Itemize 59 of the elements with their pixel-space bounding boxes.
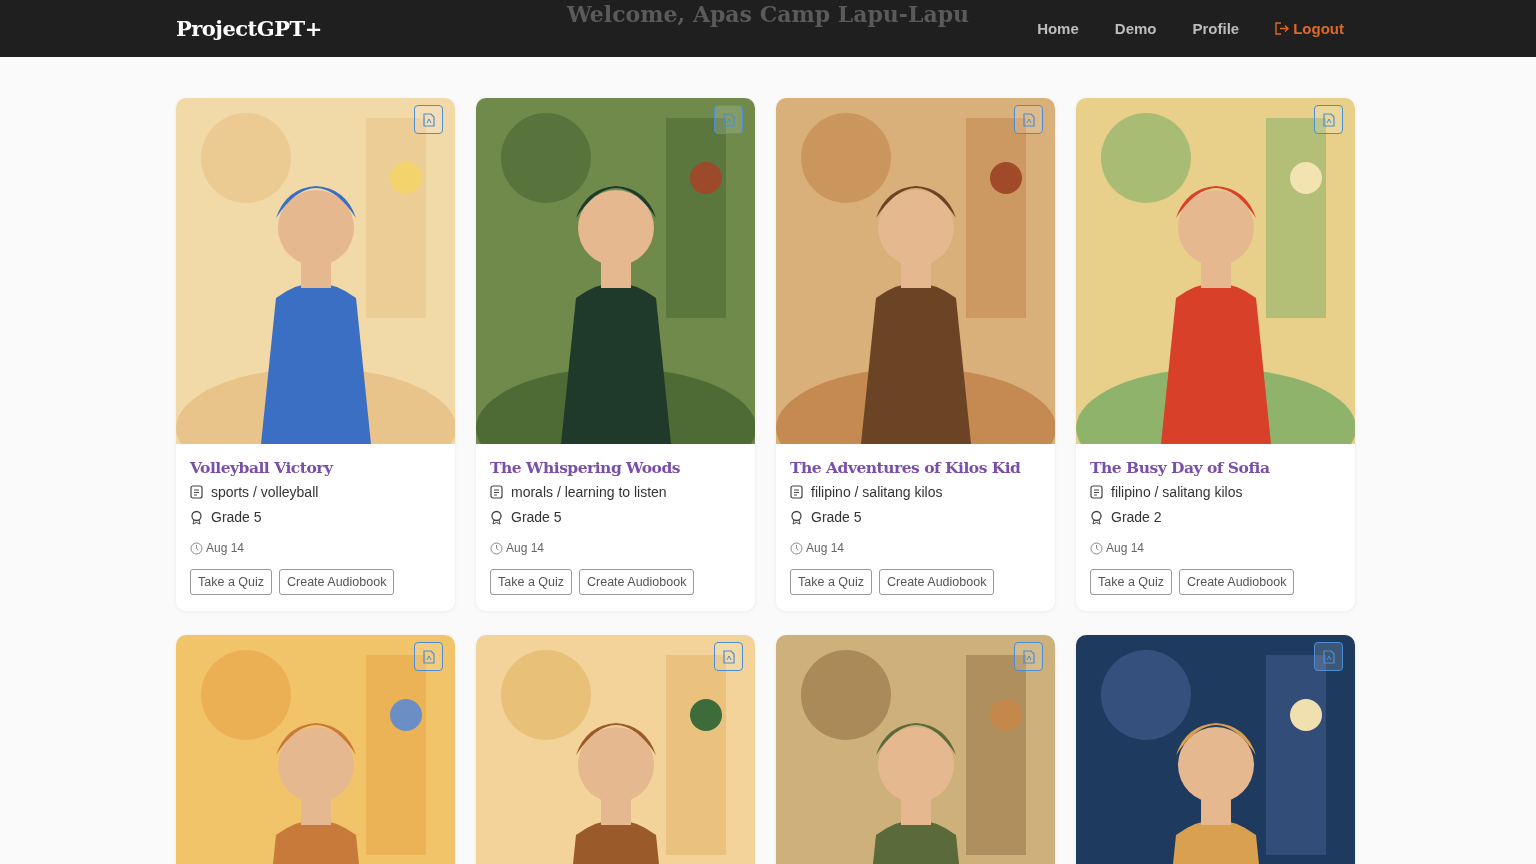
award-icon [790, 509, 803, 525]
pdf-button[interactable] [414, 642, 443, 671]
story-title[interactable]: Volleyball Victory [190, 458, 441, 478]
story-grade: Grade 2 [1111, 509, 1162, 525]
audiobook-button[interactable]: Create Audiobook [579, 569, 695, 595]
document-icon [722, 649, 735, 664]
pdf-button[interactable] [714, 642, 743, 671]
nav-link[interactable]: Profile [1192, 20, 1240, 37]
story-title[interactable]: The Busy Day of Sofia [1090, 458, 1341, 478]
list-icon [1090, 485, 1103, 499]
audiobook-button[interactable]: Create Audiobook [879, 569, 995, 595]
story-date: Aug 14 [1106, 541, 1145, 555]
pdf-button[interactable] [1014, 105, 1043, 134]
document-icon [1022, 649, 1035, 664]
quiz-button[interactable]: Take a Quiz [790, 569, 872, 595]
story-grade: Grade 5 [811, 509, 862, 525]
story-grade: Grade 5 [211, 509, 262, 525]
clock-icon [490, 541, 503, 555]
nav-link[interactable]: Demo [1114, 20, 1157, 37]
list-icon [790, 485, 803, 499]
page-heading: Welcome, Apas Camp Lapu-Lapu [566, 0, 970, 28]
story-date: Aug 14 [806, 541, 845, 555]
document-icon [1322, 649, 1335, 664]
pdf-button[interactable] [1314, 642, 1343, 671]
logout-link[interactable]: Logout [1275, 20, 1344, 37]
award-icon [490, 509, 503, 525]
story-title[interactable]: The Adventures of Kilos Kid [790, 458, 1041, 478]
list-icon [190, 485, 203, 499]
story-topic: morals / learning to listen [511, 484, 667, 500]
clock-icon [1090, 541, 1103, 555]
document-icon [1022, 112, 1035, 127]
story-topic: filipino / salitang kilos [811, 484, 943, 500]
list-icon [490, 485, 503, 499]
document-icon [1322, 112, 1335, 127]
document-icon [722, 112, 735, 127]
quiz-button[interactable]: Take a Quiz [490, 569, 572, 595]
clock-icon [190, 541, 203, 555]
quiz-button[interactable]: Take a Quiz [1090, 569, 1172, 595]
clock-icon [790, 541, 803, 555]
story-grade: Grade 5 [511, 509, 562, 525]
story-date: Aug 14 [506, 541, 545, 555]
story-topic: filipino / salitang kilos [1111, 484, 1243, 500]
document-icon [422, 112, 435, 127]
quiz-button[interactable]: Take a Quiz [190, 569, 272, 595]
pdf-button[interactable] [1014, 642, 1043, 671]
pdf-button[interactable] [414, 105, 443, 134]
logout-icon [1275, 22, 1290, 35]
story-title[interactable]: The Whispering Woods [490, 458, 741, 478]
story-topic: sports / volleyball [211, 484, 319, 500]
audiobook-button[interactable]: Create Audiobook [279, 569, 395, 595]
audiobook-button[interactable]: Create Audiobook [1179, 569, 1295, 595]
document-icon [422, 649, 435, 664]
award-icon [190, 509, 203, 525]
nav-link[interactable]: Home [1037, 20, 1079, 37]
brand-logo[interactable]: ProjectGPT+ [176, 16, 322, 41]
pdf-button[interactable] [714, 105, 743, 134]
pdf-button[interactable] [1314, 105, 1343, 134]
story-date: Aug 14 [206, 541, 245, 555]
award-icon [1090, 509, 1103, 525]
